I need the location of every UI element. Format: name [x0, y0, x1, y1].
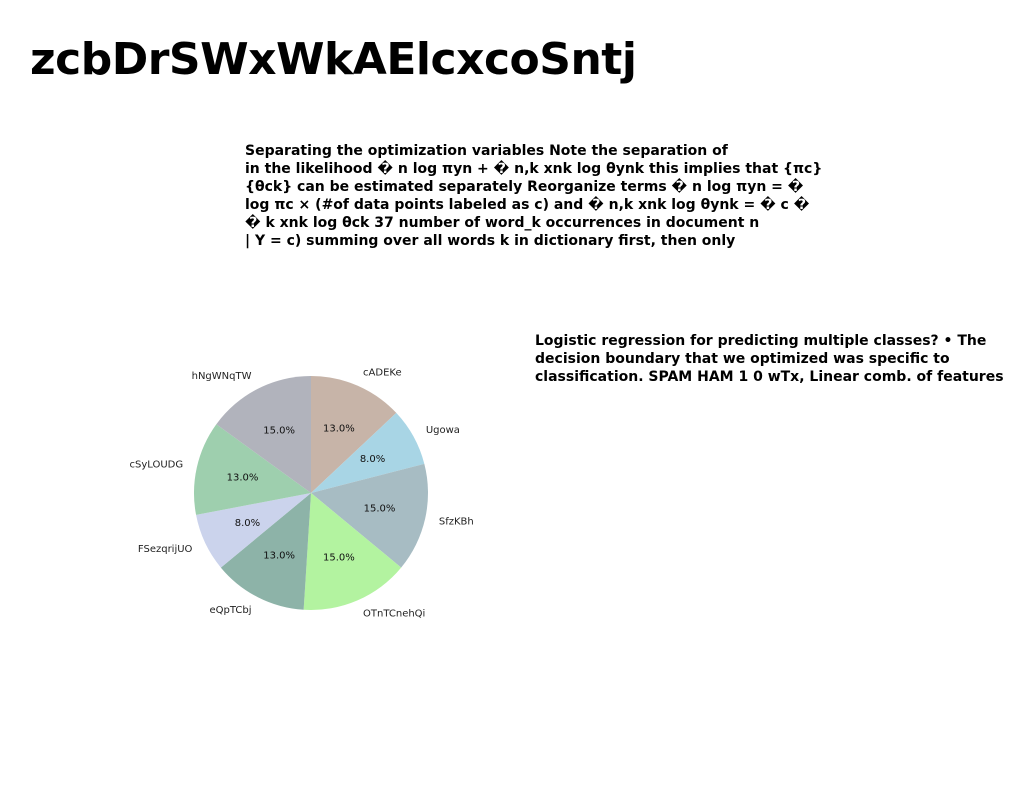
page-title: zcbDrSWxWkAElcxcoSntj: [30, 34, 637, 85]
text-line: decision boundary that we optimized was …: [535, 351, 950, 367]
slice-label-fsezqrijuo: FSezqrijUO: [138, 544, 193, 555]
slice-percent-otntcnehqi: 15.0%: [323, 552, 355, 563]
text-line: Logistic regression for predicting multi…: [535, 333, 987, 349]
slice-percent-eqptcbj: 13.0%: [263, 551, 295, 562]
text-line: in the likelihood � n log πyn + � n,k xn…: [245, 161, 823, 177]
text-block-optimization: Separating the optimization variables No…: [245, 142, 822, 250]
slice-label-csyloudg: cSyLOUDG: [129, 459, 183, 470]
text-line: log πc × (#of data points labeled as c) …: [245, 197, 810, 213]
slice-label-ugowa: Ugowa: [426, 425, 460, 436]
slice-label-cadeke: cADEKe: [363, 368, 402, 379]
slice-label-sfzkbh: SfzKBh: [439, 517, 474, 528]
text-line: {θck} can be estimated separately Reorga…: [245, 179, 804, 195]
text-line: � k xnk log θck 37 number of word_k occu…: [245, 215, 760, 231]
text-line: Separating the optimization variables No…: [245, 143, 728, 159]
text-line: | Y = c) summing over all words k in dic…: [245, 233, 736, 249]
slice-percent-ugowa: 8.0%: [360, 454, 385, 465]
text-block-logistic-regression: Logistic regression for predicting multi…: [535, 332, 1004, 386]
slice-percent-hngwnqtw: 15.0%: [263, 425, 295, 436]
slice-label-eqptcbj: eQpTCbj: [209, 605, 251, 616]
slice-percent-csyloudg: 13.0%: [227, 473, 259, 484]
text-line: classification. SPAM HAM 1 0 wTx, Linear…: [535, 369, 1004, 385]
slice-label-otntcnehqi: OTnTCnehQi: [363, 608, 425, 619]
slice-percent-fsezqrijuo: 8.0%: [235, 518, 260, 529]
pie-chart: cADEKe 13.0% Ugowa 8.0% SfzKBh 15.0% OTnTCnehQ…: [129, 368, 474, 620]
slice-percent-sfzkbh: 15.0%: [364, 503, 396, 514]
slice-percent-cadeke: 13.0%: [323, 424, 355, 435]
slice-label-hngwnqtw: hNgWNqTW: [192, 371, 252, 382]
